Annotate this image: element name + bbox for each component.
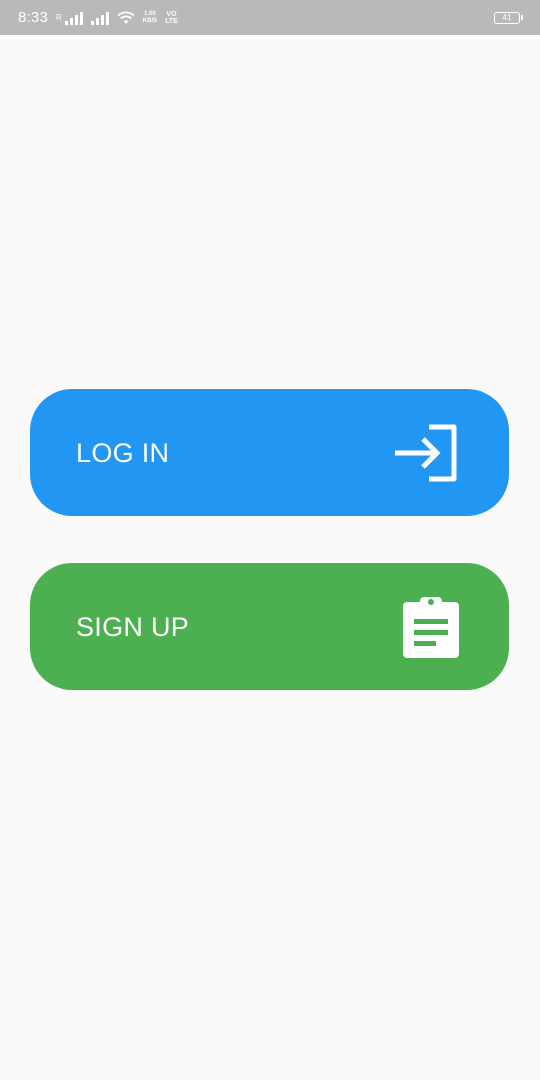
login-icon: [393, 423, 461, 483]
volte-line1: VO: [166, 10, 177, 18]
login-button[interactable]: LOG IN: [30, 389, 509, 516]
battery-level: 41: [502, 13, 512, 22]
status-time: 8:33: [18, 9, 48, 26]
signal-icon: [90, 11, 109, 25]
wifi-icon: [117, 11, 135, 24]
status-left-group: 8:33 R 1.00 KB/S VO LTE: [18, 9, 178, 26]
speed-unit: KB/S: [142, 17, 158, 24]
volte-line2: LTE: [165, 17, 178, 25]
status-bar: 8:33 R 1.00 KB/S VO LTE 41: [0, 0, 540, 35]
signup-button-label: SIGN UP: [76, 612, 190, 642]
clipboard-icon: [401, 594, 461, 660]
signal-icon: R: [56, 11, 83, 25]
battery-icon: 41: [494, 12, 523, 24]
volte-indicator: VO LTE: [165, 11, 178, 25]
speed-value: 1.00: [144, 10, 156, 17]
signup-button[interactable]: SIGN UP: [30, 563, 509, 690]
network-speed: 1.00 KB/S: [143, 11, 157, 25]
login-button-label: LOG IN: [76, 438, 170, 468]
roaming-indicator: R: [56, 12, 62, 22]
